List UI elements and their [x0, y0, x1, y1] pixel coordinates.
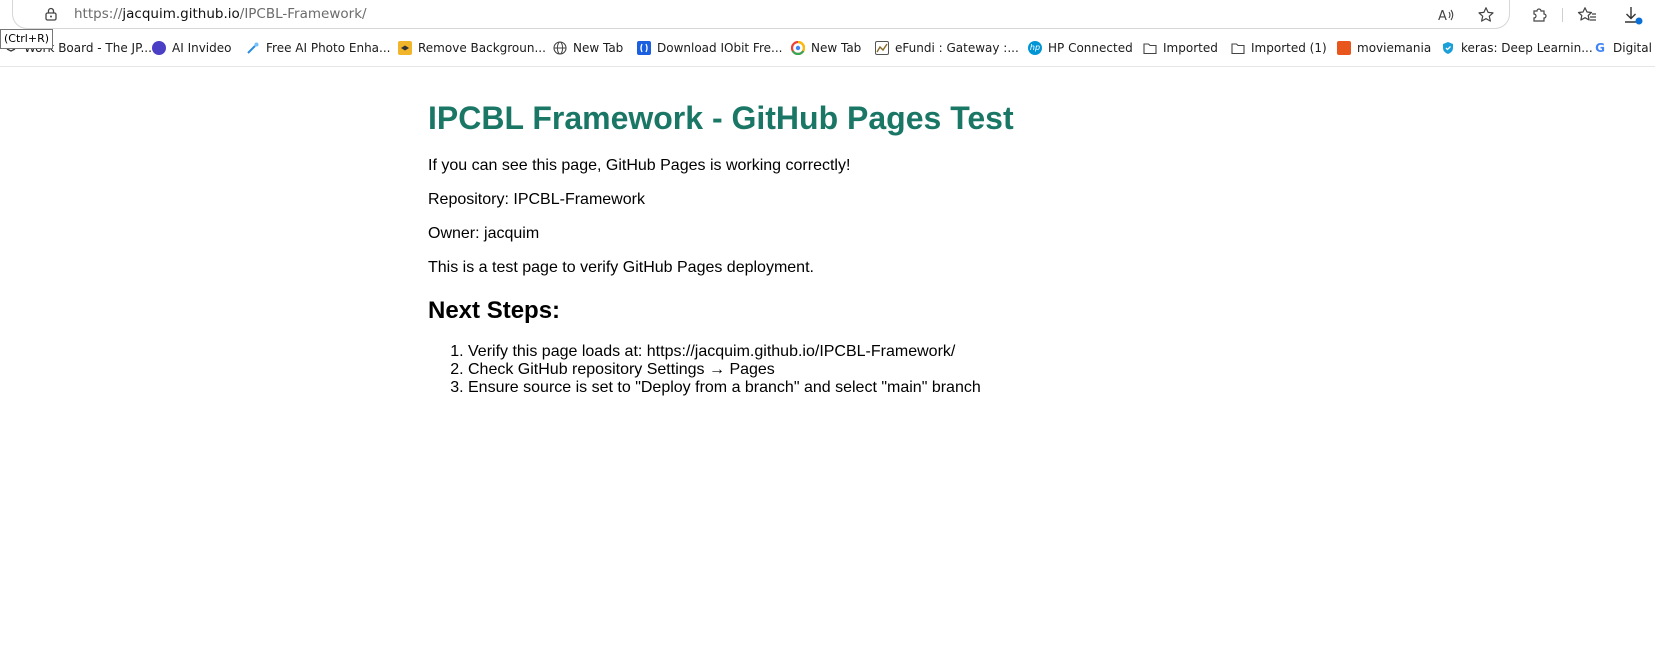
photo-enhance-icon: [246, 41, 260, 55]
page-title: IPCBL Framework - GitHub Pages Test: [428, 100, 1014, 136]
folder-icon: [1143, 41, 1157, 55]
bookmark-label: New Tab: [573, 41, 624, 55]
lock-icon[interactable]: [43, 6, 59, 22]
invideo-icon: [152, 41, 166, 55]
list-item: Ensure source is set to "Deploy from a b…: [468, 379, 1128, 397]
page-content: IPCBL Framework - GitHub Pages Test If y…: [428, 100, 1128, 397]
list-item: Check GitHub repository Settings → Pages: [468, 361, 1128, 379]
extensions-icon[interactable]: [1528, 4, 1550, 26]
bookmark-photo-enhancer[interactable]: Free AI Photo Enha...: [246, 39, 390, 57]
bookmark-new-tab-2[interactable]: New Tab: [790, 39, 862, 57]
repository-paragraph: Repository: IPCBL-Framework: [428, 190, 645, 208]
bookmark-label: Free AI Photo Enha...: [266, 41, 391, 55]
iobit-icon: [637, 41, 651, 55]
url-text[interactable]: https://jacquim.github.io/IPCBL-Framewor…: [74, 6, 367, 22]
favorite-star-icon[interactable]: [1475, 4, 1497, 26]
url-field[interactable]: https://jacquim.github.io/IPCBL-Framewor…: [12, 0, 1510, 29]
folder-icon: [1231, 41, 1245, 55]
chrome-icon: [790, 40, 806, 56]
bookmark-folder-imported[interactable]: Imported: [1143, 39, 1218, 57]
url-path: /IPCBL-Framework/: [239, 6, 367, 22]
efundi-icon: [875, 41, 889, 55]
google-icon: G: [1595, 41, 1605, 55]
address-bar: https://jacquim.github.io/IPCBL-Framewor…: [0, 0, 1655, 29]
bookmark-label: Imported: [1163, 41, 1218, 55]
bookmark-label: HP Connected: [1048, 41, 1133, 55]
bookmarks-bar: Work Board - The JP... AI Invideo Free A…: [0, 29, 1655, 67]
keras-shield-icon: [1441, 41, 1455, 55]
status-paragraph: If you can see this page, GitHub Pages i…: [428, 156, 851, 174]
bookmark-efundi[interactable]: eFundi : Gateway :...: [875, 39, 1019, 57]
owner-paragraph: Owner: jacquim: [428, 224, 540, 242]
svg-text:A: A: [1438, 9, 1447, 23]
bookmark-folder-imported-1[interactable]: Imported (1): [1231, 39, 1327, 57]
next-steps-heading: Next Steps:: [428, 296, 561, 324]
bookmark-ai-invideo[interactable]: AI Invideo: [152, 39, 231, 57]
toolbar-separator: [1562, 8, 1563, 22]
bookmark-remove-background[interactable]: Remove Backgroun...: [398, 39, 546, 57]
bookmark-label: Download IObit Fre...: [657, 41, 783, 55]
next-steps-list: Verify this page loads at: https://jacqu…: [428, 343, 1128, 397]
read-aloud-icon[interactable]: A: [1435, 4, 1457, 26]
bookmark-label: moviemania: [1357, 41, 1432, 55]
url-host: jacquim.github.io: [122, 6, 240, 22]
moviemania-icon: [1337, 41, 1351, 55]
remove-bg-icon: [398, 41, 412, 55]
bookmark-label: Remove Backgroun...: [418, 41, 546, 55]
url-scheme: https://: [74, 6, 123, 22]
bookmark-label: keras: Deep Learnin...: [1461, 41, 1593, 55]
favorites-icon[interactable]: [1576, 4, 1598, 26]
bookmark-label: Digital S: [1613, 41, 1655, 55]
bookmark-label: AI Invideo: [172, 41, 232, 55]
bookmark-label: eFundi : Gateway :...: [895, 41, 1019, 55]
description-paragraph: This is a test page to verify GitHub Pag…: [428, 258, 814, 276]
bookmark-hp-connected[interactable]: hp HP Connected: [1028, 39, 1133, 57]
bookmark-digital[interactable]: G Digital S: [1593, 39, 1655, 57]
globe-icon: [553, 41, 567, 55]
hp-icon: hp: [1028, 41, 1042, 55]
bookmark-moviemania[interactable]: moviemania: [1337, 39, 1431, 57]
bookmark-label: Imported (1): [1251, 41, 1327, 55]
bookmark-new-tab-1[interactable]: New Tab: [553, 39, 623, 57]
bookmark-label: New Tab: [811, 41, 862, 55]
downloads-icon[interactable]: [1622, 4, 1644, 26]
list-item: Verify this page loads at: https://jacqu…: [468, 343, 1128, 361]
bookmark-keras[interactable]: keras: Deep Learnin...: [1441, 39, 1593, 57]
bookmark-iobit[interactable]: Download IObit Fre...: [637, 39, 782, 57]
refresh-shortcut-tooltip: (Ctrl+R): [0, 29, 54, 49]
